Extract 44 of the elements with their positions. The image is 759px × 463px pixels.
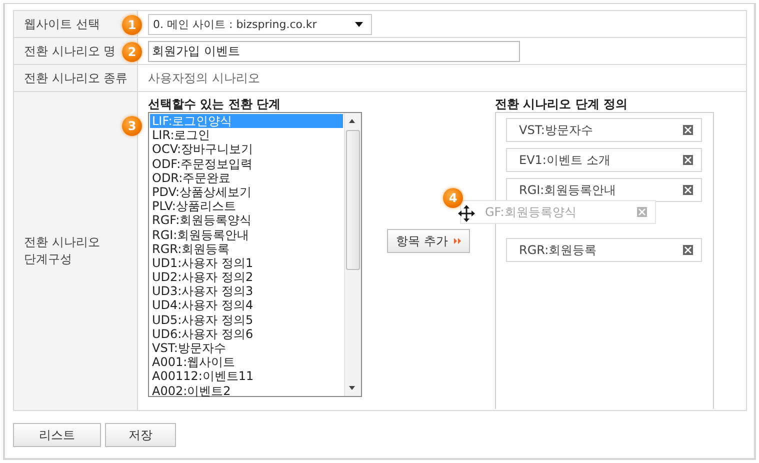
website-select[interactable]: 0. 메인 사이트 : bizspring.co.kr: [148, 14, 372, 34]
step-item[interactable]: EV1:이벤트 소개: [506, 148, 702, 172]
list-option[interactable]: A00112:이벤트11: [150, 369, 343, 384]
section-heading: 선택할수 있는 전환 단계: [148, 96, 282, 112]
scenario-name-field[interactable]: 회원가입 이벤트: [148, 40, 520, 62]
list-option[interactable]: UD3:사용자 정의3: [150, 284, 343, 298]
step-item[interactable]: RGI:회원등록안내: [506, 178, 702, 202]
scenario-type-value: 사용자정의 시나리오: [148, 70, 260, 84]
scrollbar[interactable]: [344, 113, 361, 396]
list-option[interactable]: UD5:사용자 정의5: [150, 312, 343, 327]
step-number-badge: 4: [443, 188, 463, 208]
list-option[interactable]: UD2:사용자 정의2: [150, 270, 343, 284]
list-option[interactable]: UD1:사용자 정의1: [150, 256, 343, 270]
list-option[interactable]: A002:이벤트2: [150, 384, 343, 398]
remove-icon[interactable]: [683, 185, 693, 195]
remove-icon[interactable]: [683, 125, 693, 135]
step-item[interactable]: VST:방문자수: [506, 118, 702, 142]
move-cursor-icon: [458, 205, 475, 222]
list-option[interactable]: RGI:회원등록안내: [150, 228, 343, 242]
step-item[interactable]: RGR:회원등록: [506, 238, 702, 262]
list-option[interactable]: RGF:회원등록양식: [150, 213, 343, 228]
list-option[interactable]: PDV:상품상세보기: [150, 184, 343, 200]
double-arrow-icon: [454, 238, 461, 244]
list-option[interactable]: A001:웹사이트: [150, 355, 343, 370]
dropdown-arrow-icon[interactable]: [355, 22, 363, 26]
step-number-badge: 3: [122, 116, 142, 136]
list-option[interactable]: PLV:상품리스트: [150, 199, 343, 214]
section-heading: 전환 시나리오 단계 정의: [495, 96, 629, 112]
remove-icon[interactable]: [683, 155, 693, 165]
remove-icon[interactable]: [683, 245, 693, 255]
list-option[interactable]: UD6:사용자 정의6: [150, 326, 343, 341]
add-item-button[interactable]: 항목 추가: [387, 229, 470, 253]
list-option[interactable]: RGR:회원등록: [150, 242, 343, 256]
action-button[interactable]: 리스트: [13, 423, 101, 447]
list-option[interactable]: ODF:주문정보입력: [150, 156, 343, 171]
action-button[interactable]: 저장: [105, 423, 176, 447]
list-option[interactable]: ODR:주문완료: [150, 170, 343, 185]
list-option[interactable]: UD4:사용자 정의4: [150, 298, 343, 313]
list-option[interactable]: LIR:로그인: [150, 128, 343, 142]
list-option[interactable]: VST:방문자수: [150, 341, 343, 356]
list-option[interactable]: OCV:장바구니보기: [150, 142, 343, 157]
field-label: 전환 시나리오 종류: [14, 64, 138, 92]
step-listbox[interactable]: [148, 112, 362, 397]
field-label: 전환 시나리오 단계구성: [24, 234, 101, 268]
